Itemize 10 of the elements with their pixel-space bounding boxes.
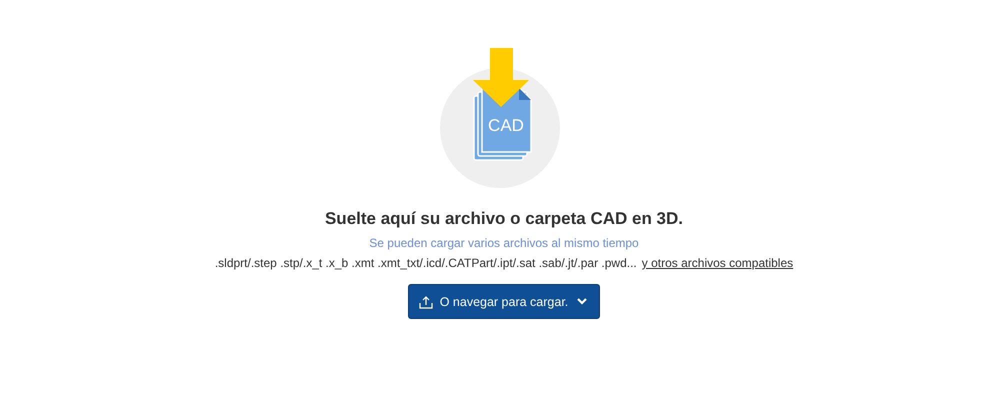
- compatible-files-link[interactable]: y otros archivos compatibles: [642, 256, 794, 270]
- format-list: .sldprt/.step .stp/.x_t .x_b .xmt .xmt_txt/.icd/.CATPart/.ipt/.sat .sab/.jt/.par .pwd...: [214, 256, 637, 270]
- file-type-label: CAD: [488, 116, 524, 135]
- hint-text: Se pueden cargar varios archivos al mismo tiempo: [369, 236, 639, 250]
- chevron-down-icon: [577, 298, 588, 305]
- down-arrow-icon: [473, 48, 529, 107]
- documents-icon: [473, 87, 532, 161]
- browse-button[interactable]: O navegar para cargar.: [408, 284, 600, 319]
- upload-icon: [418, 294, 433, 308]
- drop-heading: Suelte aquí su archivo o carpeta CAD en 3D.: [324, 209, 684, 229]
